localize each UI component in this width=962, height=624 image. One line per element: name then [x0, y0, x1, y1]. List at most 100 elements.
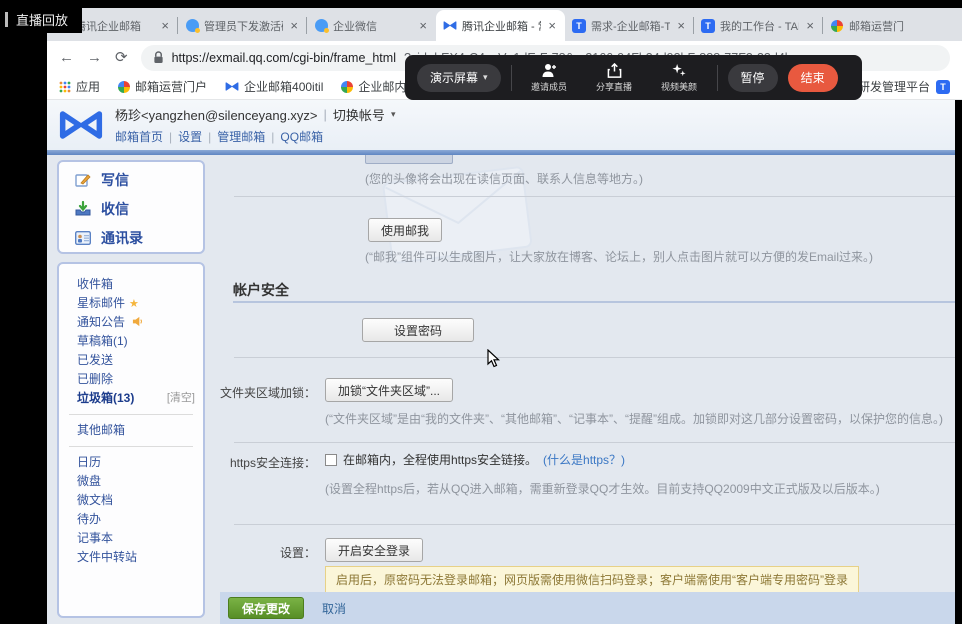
exmail-page: 杨珍<yangzhen@silenceyang.xyz> | 切换帐号 ▾ 邮箱… [47, 100, 962, 624]
close-icon[interactable]: × [159, 18, 171, 33]
https-checkbox[interactable] [325, 454, 337, 466]
share-icon [607, 63, 622, 78]
sidebar-item-todo[interactable]: 待办 [59, 510, 203, 529]
exmail-logo [59, 110, 103, 140]
compose-button[interactable]: 写信 [59, 165, 203, 194]
divider [234, 442, 955, 443]
tab-title: 邮箱运营门 [849, 18, 945, 34]
tapd-favicon: T [572, 19, 586, 33]
url-text: https://exmail.qq.com/cgi-bin/frame_html [172, 51, 396, 65]
sidebar-item-starred[interactable]: 星标邮件★ [59, 294, 203, 313]
browser-tab-portal[interactable]: 邮箱运营门 [823, 10, 952, 41]
section-underline [233, 301, 955, 303]
nav-qqmail[interactable]: QQ邮箱 [280, 128, 323, 145]
mailme-caption: (“邮我”组件可以生成图片，让大家放在博客、论坛上，别人点击图片就可以方便的发E… [365, 248, 873, 265]
tab-title: 我的工作台 - TAP [720, 18, 799, 34]
secure-login-notice: 启用后，原密码无法登录邮箱；网页版需使用微信扫码登录；客户端需使用“客户端专用密… [325, 566, 859, 593]
live-replay-badge: 直播回放 [0, 6, 82, 33]
video-beauty-button[interactable]: 视频美颜 [652, 63, 707, 93]
bookmark-apps[interactable]: 应用 [59, 78, 100, 95]
what-is-https-link[interactable]: (什么是https？) [543, 451, 625, 468]
back-icon[interactable]: ← [59, 50, 74, 65]
tapd-favicon: T [936, 80, 950, 94]
close-icon[interactable]: × [675, 18, 687, 33]
separator: | [169, 130, 172, 144]
section-title: 帐户安全 [233, 280, 289, 300]
mouse-cursor [487, 349, 501, 369]
tapd-favicon: T [701, 19, 715, 33]
divider [69, 446, 193, 447]
browser-tab-tapd-req[interactable]: T 需求-企业邮箱-TA × [565, 10, 694, 41]
sidebar-item-junk[interactable]: 垃圾箱(13)[清空] [59, 389, 203, 408]
sidebar-item-deleted[interactable]: 已删除 [59, 370, 203, 389]
sidebar-item-drafts[interactable]: 草稿箱(1) [59, 332, 203, 351]
sidebar-item-notes[interactable]: 记事本 [59, 529, 203, 548]
cancel-link[interactable]: 取消 [322, 600, 346, 617]
sidebar-item-wedoc[interactable]: 微文档 [59, 491, 203, 510]
page-body: 写信 收信 通讯录 收件箱 星标邮件★ 通知公告 [47, 155, 962, 624]
share-live-button[interactable]: 分享直播 [587, 63, 642, 93]
tab-title: 企业微信 [333, 18, 412, 34]
tab-title: 腾讯企业邮箱 [75, 18, 154, 34]
end-button[interactable]: 结束 [788, 64, 838, 92]
settings-panel: (您的头像将会出现在读信页面、联系人信息等地方。) 使用邮我 (“邮我”组件可以… [220, 160, 955, 624]
browser-tab-tapd-workbench[interactable]: T 我的工作台 - TAP × [694, 10, 823, 41]
browser-tab-activation[interactable]: 管理员下发激活码 × [178, 10, 307, 41]
avatar-button-partial[interactable] [365, 155, 453, 164]
receive-button[interactable]: 收信 [59, 194, 203, 223]
nav-settings[interactable]: 设置 [178, 128, 202, 145]
present-screen-button[interactable]: 演示屏幕 ▾ [417, 64, 501, 92]
screenshare-toolbar: 演示屏幕 ▾ 邀请成员 分享直播 视频美颜 暂停 结束 [405, 55, 862, 100]
sidebar-item-other-mailboxes[interactable]: 其他邮箱 [59, 421, 203, 440]
sidebar-item-calendar[interactable]: 日历 [59, 453, 203, 472]
bookmark-exmail-400[interactable]: 企业邮箱400itil [225, 78, 323, 95]
https-checkbox-row: 在邮箱内，全程使用https安全链接。 (什么是https？) [325, 451, 625, 468]
folder-lock-button[interactable]: 加锁“文件夹区域”... [325, 378, 453, 402]
sidebar-item-file-transfer[interactable]: 文件中转站 [59, 548, 203, 567]
divider [717, 65, 718, 91]
lock-icon [153, 51, 164, 64]
close-icon[interactable]: × [804, 18, 816, 33]
video-letterbox [955, 100, 962, 624]
switch-account-link[interactable]: 切换帐号 [333, 105, 385, 124]
secure-login-button[interactable]: 开启安全登录 [325, 538, 423, 562]
folder-lock-caption: (“文件夹区域”是由“我的文件夹”、“其他邮箱”、“记事本”、“提醒”组成。加锁… [325, 410, 943, 427]
set-password-button[interactable]: 设置密码 [362, 318, 474, 342]
portal-favicon [341, 81, 353, 93]
star-icon: ★ [129, 298, 139, 310]
divider [69, 414, 193, 415]
mailme-button[interactable]: 使用邮我 [368, 218, 442, 242]
close-icon[interactable]: × [546, 18, 558, 33]
browser-tab-exmail-active[interactable]: 腾讯企业邮箱 - 常 × [436, 10, 565, 41]
nav-manage-mail[interactable]: 管理邮箱 [217, 128, 265, 145]
divider [511, 65, 512, 91]
save-button[interactable]: 保存更改 [228, 597, 304, 619]
contacts-button[interactable]: 通讯录 [59, 223, 203, 252]
sidebar-item-announcements[interactable]: 通知公告 [59, 313, 203, 332]
sidebar-item-wedrive[interactable]: 微盘 [59, 472, 203, 491]
bookmark-portal[interactable]: 邮箱运营门户 [118, 78, 207, 95]
nav-mail-home[interactable]: 邮箱首页 [115, 128, 163, 145]
badge-bar-icon [5, 12, 8, 27]
tab-title: 管理员下发激活码 [204, 18, 283, 34]
divider [234, 196, 955, 197]
invite-member-icon [541, 63, 557, 78]
invite-member-button[interactable]: 邀请成员 [522, 63, 577, 93]
close-icon[interactable]: × [288, 18, 300, 33]
sidebar-actions: 写信 收信 通讯录 [57, 160, 205, 254]
empty-junk-link[interactable]: [清空] [167, 389, 195, 408]
sidebar-item-sent[interactable]: 已发送 [59, 351, 203, 370]
portal-favicon [118, 81, 130, 93]
apps-grid-icon [59, 81, 71, 93]
mail-header: 杨珍<yangzhen@silenceyang.xyz> | 切换帐号 ▾ 邮箱… [47, 100, 962, 150]
browser-tab-wecom[interactable]: 企业微信 × [307, 10, 436, 41]
contacts-icon [75, 231, 91, 245]
sidebar-item-inbox[interactable]: 收件箱 [59, 275, 203, 294]
folder-lock-label: 文件夹区域加锁： [220, 384, 316, 401]
chevron-down-icon: ▾ [391, 109, 396, 120]
reload-icon[interactable]: ⟳ [115, 50, 128, 65]
sidebar-folders: 收件箱 星标邮件★ 通知公告 草稿箱(1) 已发送 已删除 垃圾箱(13)[清空… [57, 262, 205, 618]
pause-button[interactable]: 暂停 [728, 64, 778, 92]
close-icon[interactable]: × [417, 18, 429, 33]
forward-icon[interactable]: → [87, 50, 102, 65]
